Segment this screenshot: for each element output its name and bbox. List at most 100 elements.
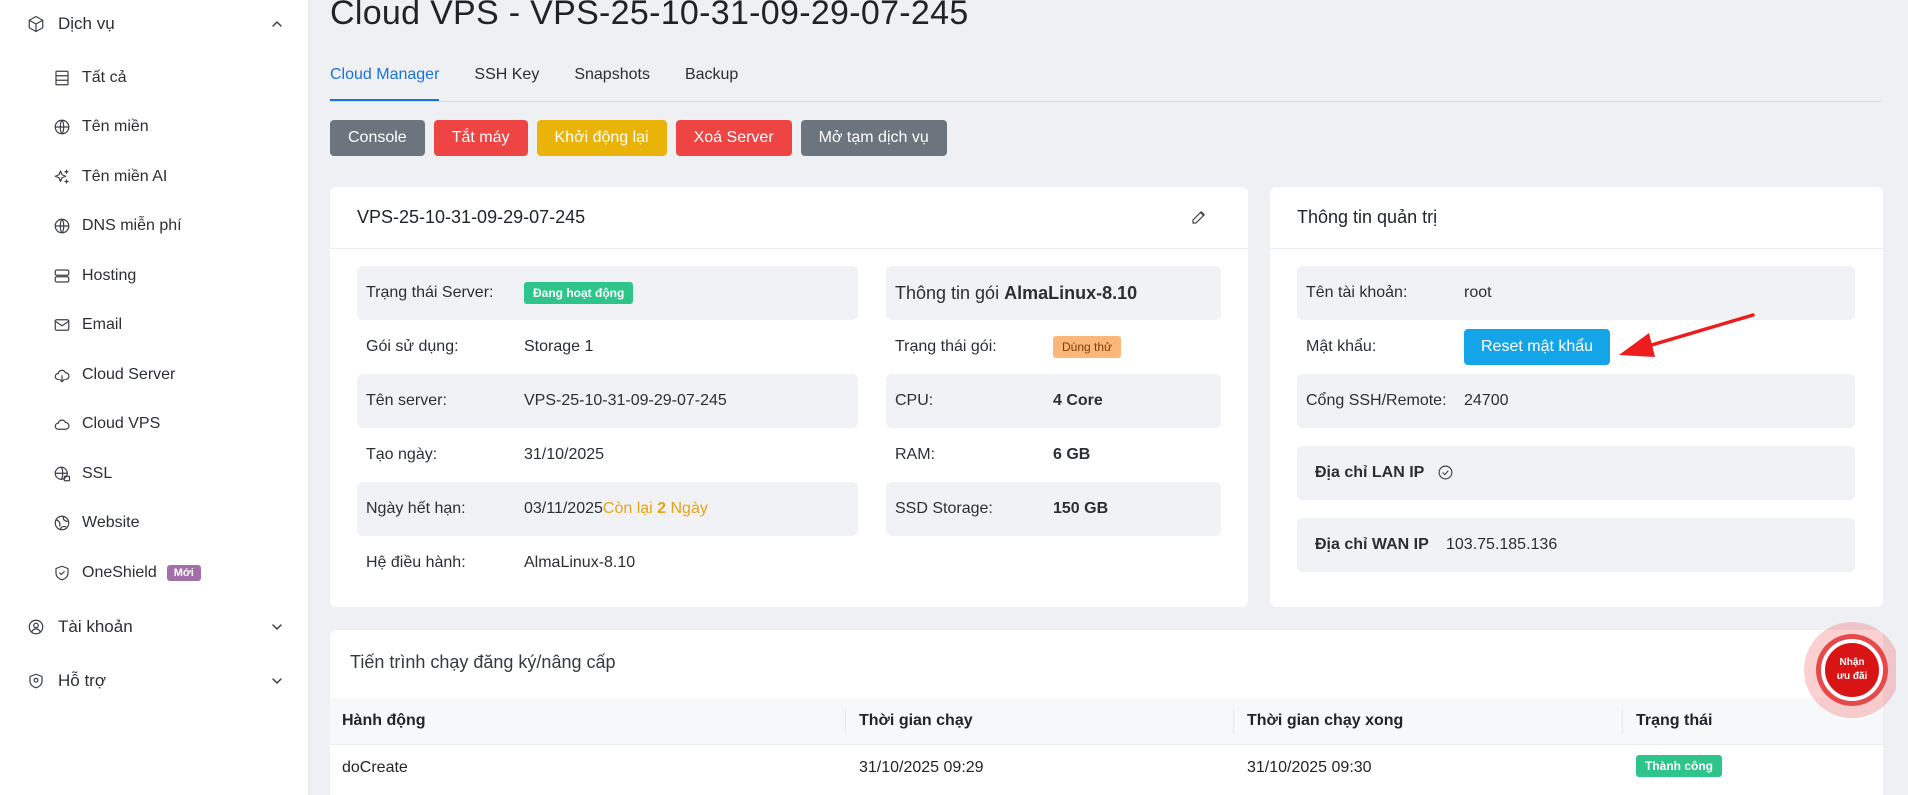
created-row: Tạo ngày: 31/10/2025 — [357, 428, 858, 482]
shield-support-icon — [26, 671, 46, 691]
progress-card-title: Tiến trình chạy đăng ký/nâng cấp — [350, 652, 616, 672]
column-header-status: Trạng thái — [1636, 712, 1713, 729]
sidebar-item-cloud-server[interactable]: Cloud Server — [52, 358, 175, 392]
sidebar-item-label: Cloud Server — [82, 366, 176, 383]
ram-label: RAM: — [895, 446, 935, 463]
expire-row: Ngày hết hạn: 03/11/2025Còn lại 2 Ngày — [357, 482, 858, 536]
plan-value: Storage 1 — [524, 338, 594, 355]
table-row: doCreate 31/10/2025 09:29 31/10/2025 09:… — [330, 744, 1883, 790]
server-name-value: VPS-25-10-31-09-29-07-245 — [524, 392, 727, 409]
tab-cloud-manager[interactable]: Cloud Manager — [330, 60, 440, 101]
cell-status-badge: Thành công — [1636, 755, 1722, 777]
sidebar-item-cloud-vps[interactable]: Cloud VPS — [52, 407, 160, 441]
remaining-suffix: Ngày — [666, 500, 708, 517]
sidebar-item-label: DNS miễn phí — [82, 217, 182, 234]
box-icon — [26, 14, 46, 34]
package-status-row: Trạng thái gói: Dùng thử — [886, 320, 1221, 374]
reset-password-button[interactable]: Reset mật khẩu — [1464, 329, 1611, 365]
cpu-row: CPU: 4 Core — [886, 374, 1221, 428]
ssd-label: SSD Storage: — [895, 500, 993, 517]
sidebar-item-label: Tên miền — [82, 118, 149, 135]
admin-card-title: Thông tin quản trị — [1297, 207, 1438, 227]
shutdown-button[interactable]: Tắt máy — [433, 120, 528, 156]
username-label: Tên tài khoản: — [1306, 284, 1408, 301]
created-value: 31/10/2025 — [524, 446, 605, 463]
delete-server-button[interactable]: Xoá Server — [675, 120, 792, 156]
sidebar-item-website[interactable]: Website — [52, 506, 140, 540]
sidebar-item-oneshield[interactable]: OneShield Mới — [52, 556, 201, 590]
sidebar-item-free-dns[interactable]: DNS miễn phí — [52, 209, 182, 243]
package-title-prefix: Thông tin gói — [895, 282, 1005, 303]
sidebar-group-label: Hỗ trợ — [58, 671, 106, 690]
page-scrollbar[interactable] — [1896, 0, 1908, 795]
column-header-end: Thời gian chạy xong — [1247, 712, 1404, 729]
red-arrow-annotation — [1619, 313, 1755, 357]
restart-button[interactable]: Khởi động lại — [536, 120, 667, 156]
lan-ip-row: Địa chỉ LAN IP — [1297, 446, 1855, 500]
ram-value: 6 GB — [1053, 446, 1091, 463]
sidebar-item-domains[interactable]: Tên miền — [52, 110, 149, 144]
check-circle-icon[interactable] — [1437, 464, 1454, 486]
wan-ip-value: 103.75.185.136 — [1446, 536, 1558, 553]
expire-value: 03/11/2025 — [524, 500, 603, 517]
os-row: Hệ điều hành: AlmaLinux-8.10 — [357, 536, 858, 590]
sidebar-item-label: Tên miền AI — [82, 168, 168, 185]
ram-row: RAM: 6 GB — [886, 428, 1221, 482]
server-info-card: VPS-25-10-31-09-29-07-245 Trạng thái Ser… — [330, 187, 1248, 607]
sidebar-item-label: Tất cả — [82, 69, 127, 86]
new-badge: Mới — [166, 565, 201, 581]
username-value: root — [1464, 284, 1492, 301]
tab-ssh-key[interactable]: SSH Key — [474, 60, 539, 101]
chevron-down-icon — [269, 619, 285, 640]
column-header-start: Thời gian chạy — [859, 712, 973, 729]
shield-icon — [52, 563, 72, 583]
server-status-badge: Đang hoạt động — [524, 282, 634, 304]
sidebar-group-services[interactable]: Dịch vụ — [0, 4, 309, 44]
wan-ip-label: Địa chỉ WAN IP — [1315, 536, 1429, 553]
server-card-header: VPS-25-10-31-09-29-07-245 — [330, 187, 1248, 249]
ssd-value: 150 GB — [1053, 500, 1109, 517]
chevron-up-icon — [269, 16, 285, 37]
console-button[interactable]: Console — [330, 120, 425, 156]
admin-card-header: Thông tin quản trị — [1270, 187, 1883, 249]
action-toolbar: Console Tắt máy Khởi động lại Xoá Server… — [330, 120, 947, 156]
sidebar-item-ssl[interactable]: SSL — [52, 457, 112, 491]
remaining-days: 2 — [657, 500, 667, 517]
sidebar-item-label: Hosting — [82, 267, 137, 284]
cell-action: doCreate — [342, 759, 408, 776]
chevron-down-icon — [269, 673, 285, 694]
sidebar-group-account[interactable]: Tài khoản — [0, 607, 309, 647]
os-value: AlmaLinux-8.10 — [524, 554, 636, 571]
server-status-row: Trạng thái Server: Đang hoạt động — [357, 266, 858, 320]
promo-floating-button[interactable]: Nhận ưu đãi — [1804, 622, 1900, 718]
created-label: Tạo ngày: — [366, 446, 438, 463]
sidebar-item-label: Email — [82, 316, 123, 333]
username-row: Tên tài khoản: root — [1297, 266, 1855, 320]
sidebar-item-all[interactable]: Tất cả — [52, 61, 126, 95]
password-row: Mật khẩu: Reset mật khẩu — [1297, 320, 1855, 374]
cell-end: 31/10/2025 09:30 — [1247, 759, 1372, 776]
mail-icon — [52, 315, 72, 335]
package-title-os: AlmaLinux-8.10 — [1004, 282, 1138, 303]
sidebar-group-label: Tài khoản — [58, 617, 133, 636]
sidebar: Dịch vụ Tất cả Tên miền Tên miền AI DNS … — [0, 0, 309, 795]
sidebar-group-support[interactable]: Hỗ trợ — [0, 661, 309, 701]
sidebar-item-ai-domains[interactable]: Tên miền AI — [52, 160, 167, 194]
sidebar-item-label: OneShield — [82, 564, 157, 581]
tab-backup[interactable]: Backup — [685, 60, 738, 101]
page-title: Cloud VPS - VPS-25-10-31-09-29-07-245 — [330, 0, 969, 32]
sidebar-item-email[interactable]: Email — [52, 308, 122, 342]
package-status-label: Trạng thái gói: — [895, 338, 997, 355]
server-icon — [52, 266, 72, 286]
sidebar-item-label: Website — [82, 514, 140, 531]
sparkle-icon — [52, 167, 72, 187]
sidebar-item-hosting[interactable]: Hosting — [52, 259, 136, 293]
edit-pencil-icon[interactable] — [1190, 208, 1208, 231]
sidebar-group-label: Dịch vụ — [58, 14, 115, 33]
tab-snapshots[interactable]: Snapshots — [574, 60, 650, 101]
reopen-service-button[interactable]: Mở tạm dịch vụ — [800, 120, 947, 156]
cell-start: 31/10/2025 09:29 — [859, 759, 984, 776]
promo-line2: ưu đãi — [1836, 671, 1868, 682]
server-name-label: Tên server: — [366, 392, 447, 409]
globe-icon — [52, 216, 72, 236]
